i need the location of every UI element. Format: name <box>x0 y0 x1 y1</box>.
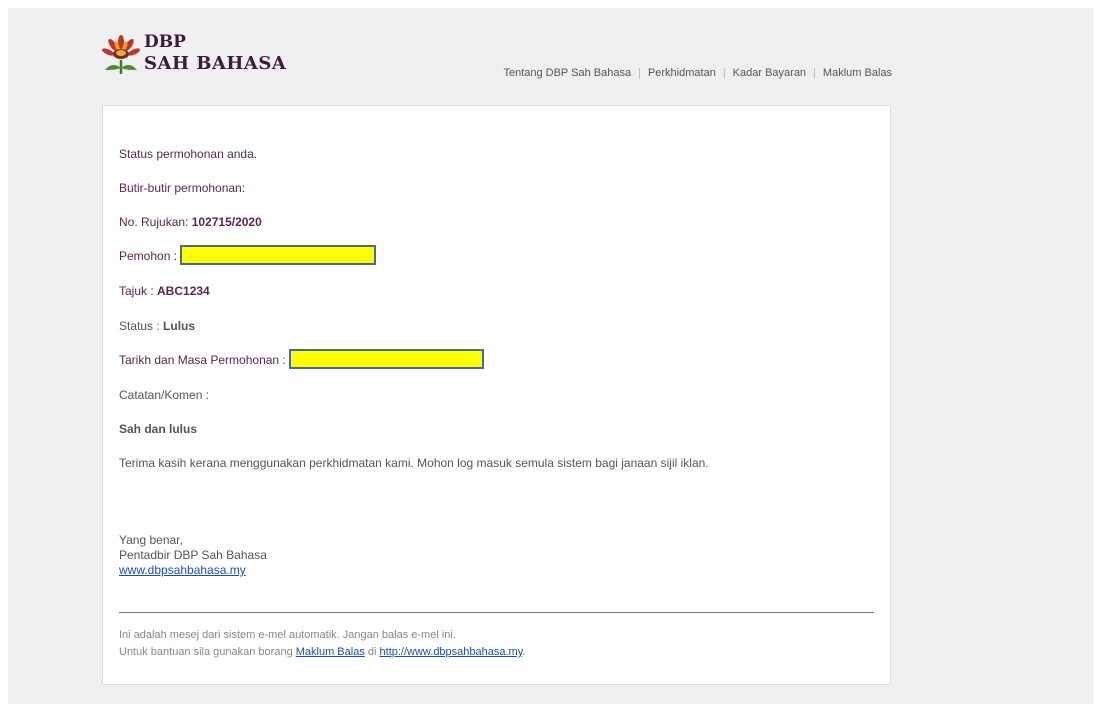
status-value: Lulus <box>163 319 196 333</box>
footer-notice: Ini adalah mesej dari sistem e-mel autom… <box>119 627 525 661</box>
applicant-redaction <box>180 245 377 265</box>
nav-perkhidmatan[interactable]: Perkhidmatan <box>648 67 716 79</box>
dbp-logo[interactable]: DBP SAH BAHASA <box>102 30 292 90</box>
footer-divider <box>119 612 874 613</box>
reference-value: 102715/2020 <box>191 215 262 229</box>
title-label: Tajuk : <box>119 284 158 298</box>
datetime-label: Tarikh dan Masa Permohonan : <box>119 353 290 368</box>
thanks-text: Terima kasih kerana menggunakan perkhidm… <box>119 456 709 470</box>
title-row: Tajuk : ABC1234 <box>119 284 210 298</box>
signature-block: Yang benar, Pentadbir DBP Sah Bahasa www… <box>119 533 267 578</box>
website-url-link[interactable]: http://www.dbpsahbahasa.my <box>380 646 523 658</box>
help-middle: di <box>364 646 380 658</box>
reference-label: No. Rujukan: <box>119 215 192 229</box>
help-suffix: . <box>522 646 526 658</box>
nav-kadar-bayaran[interactable]: Kadar Bayaran <box>733 67 806 79</box>
logo-line-2: SAH BAHASA <box>144 53 287 74</box>
logo-line-1: DBP <box>144 32 186 52</box>
nav-separator: | <box>813 67 816 79</box>
email-background: DBP SAH BAHASA Tentang DBP Sah Bahasa | Pe… <box>8 8 1093 704</box>
nav-tentang[interactable]: Tentang DBP Sah Bahasa <box>503 67 631 79</box>
signature-sender: Pentadbir DBP Sah Bahasa <box>119 548 267 562</box>
nav-separator: | <box>638 67 641 79</box>
logo-text: DBP SAH BAHASA <box>144 31 286 75</box>
details-heading: Butir-butir permohonan: <box>119 181 246 195</box>
applicant-row: Pemohon : <box>119 245 377 267</box>
status-row: Status : Lulus <box>119 319 195 333</box>
reference-row: No. Rujukan: 102715/2020 <box>119 215 262 229</box>
notes-value-text: Sah dan lulus <box>119 422 198 436</box>
datetime-redaction <box>289 349 485 369</box>
maklum-balas-link[interactable]: Maklum Balas <box>296 646 365 658</box>
top-nav: Tentang DBP Sah Bahasa | Perkhidmatan | Kada… <box>503 67 892 79</box>
nav-separator: | <box>722 67 726 79</box>
auto-message-notice: Ini adalah mesej dari sistem e-mel autom… <box>119 629 456 641</box>
signature-closing: Yang benar, <box>119 533 183 547</box>
flower-emblem-icon <box>102 35 140 74</box>
status-label: Status : <box>119 319 164 333</box>
title-value: ABC1234 <box>157 284 210 298</box>
nav-maklum-balas[interactable]: Maklum Balas <box>823 67 892 79</box>
notes-value: Sah dan lulus <box>119 422 197 436</box>
applicant-label: Pemohon : <box>119 249 181 264</box>
signature-website-link[interactable]: www.dbpsahbahasa.my <box>119 563 246 577</box>
help-prefix: Untuk bantuan sila gunakan borang <box>119 646 296 658</box>
datetime-row: Tarikh dan Masa Permohonan : <box>119 349 485 371</box>
intro-text: Status permohonan anda. <box>119 147 258 161</box>
email-card: Status permohonan anda. Butir-butir perm… <box>102 105 891 685</box>
notes-label: Catatan/Komen : <box>119 388 210 402</box>
email-header: DBP SAH BAHASA Tentang DBP Sah Bahasa | Pe… <box>102 30 892 90</box>
help-line: Untuk bantuan sila gunakan borang Maklum… <box>119 644 525 661</box>
